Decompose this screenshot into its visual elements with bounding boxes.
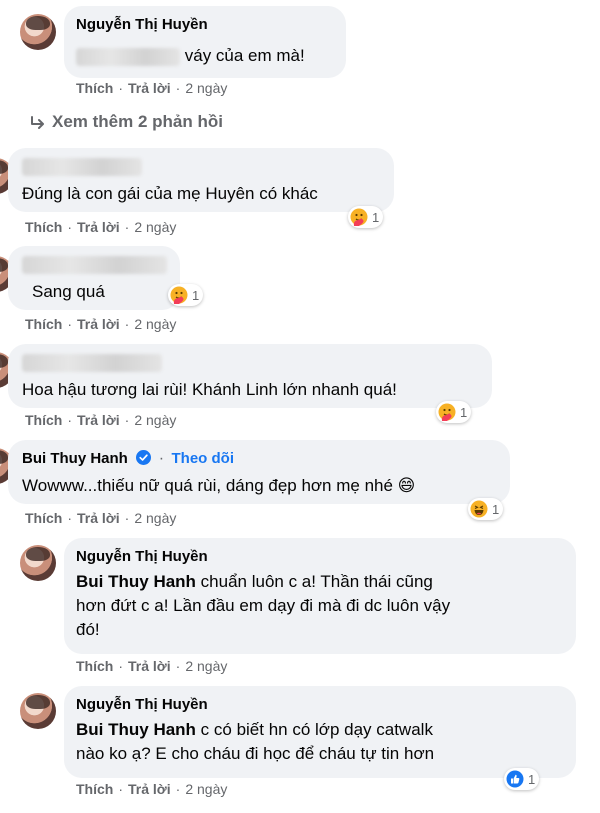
blurred-text (76, 47, 180, 66)
like-link[interactable]: Thích (25, 219, 62, 235)
comment-time[interactable]: 2 ngày (134, 219, 176, 235)
reaction-count[interactable]: 1 (168, 284, 204, 306)
care-reaction-icon (438, 403, 456, 421)
reply-link[interactable]: Trả lời (128, 781, 171, 797)
care-reaction-icon (350, 208, 368, 226)
mention-link[interactable]: Bui Thuy Hanh (76, 720, 196, 739)
reply-link[interactable]: Trả lời (77, 412, 120, 428)
like-link[interactable]: Thích (25, 316, 62, 332)
comment-text: Hoa hậu tương lai rùi! Khánh Linh lớn nh… (22, 380, 397, 399)
comment-actions: Thích · Trả lời · 2 ngày (25, 412, 177, 428)
care-reaction-icon (170, 286, 188, 304)
comment-actions: Thích · Trả lời · 2 ngày (76, 781, 228, 797)
comment-bubble: Đúng là con gái của mẹ Huyên có khác (8, 148, 394, 212)
comment-bubble: Sang quá (8, 246, 180, 310)
comment-text: Sang quá (32, 282, 105, 301)
comment-bubble: Nguyễn Thị Huyền Bui Thuy Hanh chuẩn luô… (64, 538, 576, 654)
comment-time[interactable]: 2 ngày (134, 412, 176, 428)
comment-author[interactable]: Bui Thuy Hanh (22, 450, 128, 467)
blurred-author (22, 256, 167, 274)
reaction-count[interactable]: 1 (436, 401, 472, 423)
avatar[interactable] (20, 14, 56, 50)
follow-button[interactable]: Theo dõi (172, 450, 235, 467)
comment-time[interactable]: 2 ngày (185, 658, 227, 674)
dot-separator: · (158, 450, 165, 467)
blurred-author (22, 158, 142, 176)
comment-text: Wowww...thiếu nữ quá rùi, dáng đẹp hơn m… (22, 476, 416, 495)
haha-reaction-icon (470, 500, 488, 518)
comment-actions: Thích · Trả lời · 2 ngày (76, 658, 228, 674)
comment-author[interactable]: Nguyễn Thị Huyền (76, 16, 208, 33)
avatar[interactable] (20, 545, 56, 581)
verified-badge-icon (136, 450, 152, 465)
like-link[interactable]: Thích (25, 510, 62, 526)
comment-text: váy của em mà! (76, 44, 305, 68)
comment-text: Bui Thuy Hanh chuẩn luôn c a! Thần thái … (76, 572, 451, 639)
view-more-replies[interactable]: Xem thêm 2 phản hồi (30, 112, 223, 132)
comment-actions: Thích · Trả lời · 2 ngày (25, 510, 177, 526)
comment-actions: Thích · Trả lời · 2 ngày (76, 80, 228, 96)
comment-time[interactable]: 2 ngày (185, 80, 227, 96)
comment-text: Bui Thuy Hanh c có biết hn có lớp dạy ca… (76, 720, 435, 763)
comment-author[interactable]: Nguyễn Thị Huyền (76, 696, 208, 713)
reaction-count[interactable]: 1 (348, 206, 384, 228)
comment-time[interactable]: 2 ngày (185, 781, 227, 797)
reply-link[interactable]: Trả lời (77, 316, 120, 332)
mention-link[interactable]: Bui Thuy Hanh (76, 572, 196, 591)
reply-link[interactable]: Trả lời (128, 80, 171, 96)
comment-actions: Thích · Trả lời · 2 ngày (25, 219, 177, 235)
comment-time[interactable]: 2 ngày (134, 510, 176, 526)
like-link[interactable]: Thích (76, 80, 113, 96)
comment-text: Đúng là con gái của mẹ Huyên có khác (22, 184, 318, 203)
reply-arrow-icon (31, 116, 44, 129)
reply-link[interactable]: Trả lời (128, 658, 171, 674)
comment-bubble: Nguyễn Thị Huyền váy của em mà! (64, 6, 346, 78)
comment-time[interactable]: 2 ngày (134, 316, 176, 332)
comment-bubble: Nguyễn Thị Huyền Bui Thuy Hanh c có biết… (64, 686, 576, 778)
comment-bubble: Bui Thuy Hanh · Theo dõi Wowww...thiếu n… (8, 440, 510, 504)
comment-actions: Thích · Trả lời · 2 ngày (25, 316, 177, 332)
reply-link[interactable]: Trả lời (77, 219, 120, 235)
reaction-count[interactable]: 1 (504, 768, 540, 790)
blurred-author (22, 354, 162, 372)
like-link[interactable]: Thích (25, 412, 62, 428)
reaction-count[interactable]: 1 (468, 498, 504, 520)
reply-link[interactable]: Trả lời (77, 510, 120, 526)
like-reaction-icon (506, 770, 524, 788)
comment-header: Bui Thuy Hanh · Theo dõi (22, 450, 234, 468)
avatar[interactable] (20, 693, 56, 729)
comment-bubble: Hoa hậu tương lai rùi! Khánh Linh lớn nh… (8, 344, 492, 408)
like-link[interactable]: Thích (76, 658, 113, 674)
comment-author[interactable]: Nguyễn Thị Huyền (76, 548, 208, 565)
like-link[interactable]: Thích (76, 781, 113, 797)
